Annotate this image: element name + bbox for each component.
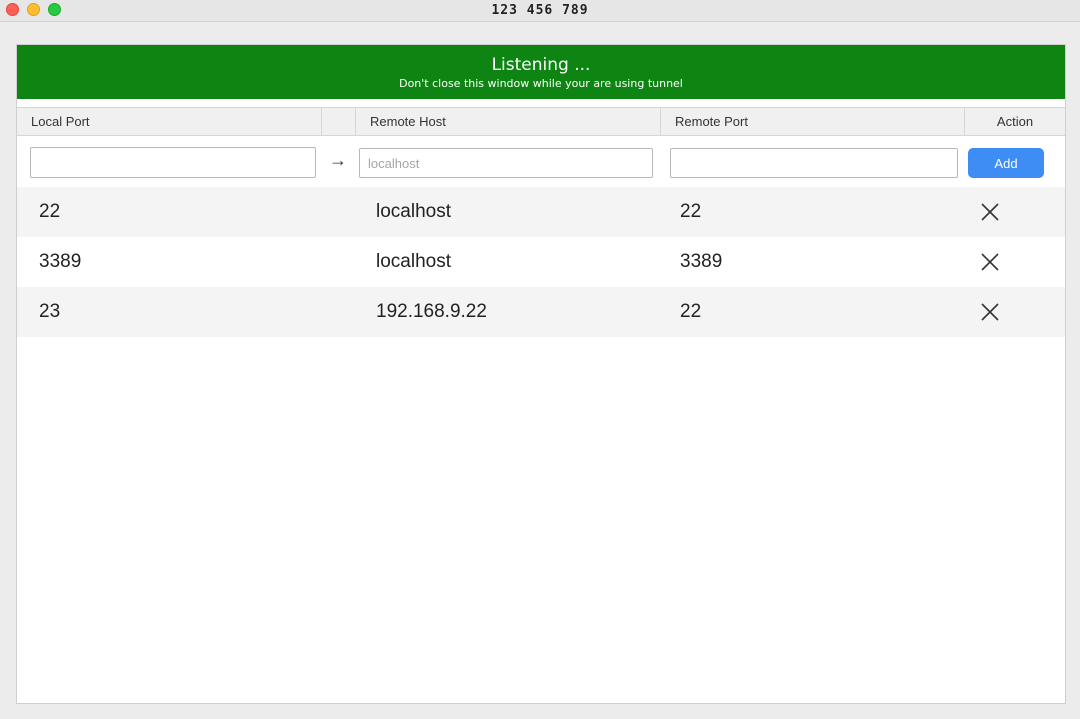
remote-host-input[interactable] (359, 148, 653, 178)
header-remote-port[interactable]: Remote Port (661, 108, 965, 136)
remote-port-cell: 3389 (680, 251, 723, 272)
window-titlebar: 123 456 789 (0, 0, 1080, 22)
main-panel: Listening ... Don't close this window wh… (16, 44, 1066, 704)
table-row: 23 192.168.9.22 22 (17, 287, 1065, 337)
remote-host-cell: 192.168.9.22 (376, 301, 487, 322)
status-subtitle: Don't close this window while your are u… (399, 77, 683, 90)
remote-port-cell: 22 (680, 301, 702, 322)
close-icon[interactable] (980, 252, 1000, 272)
local-port-input[interactable] (30, 147, 316, 178)
arrow-right-icon: → (329, 150, 347, 170)
status-banner: Listening ... Don't close this window wh… (17, 45, 1065, 99)
header-remote-host[interactable]: Remote Host (356, 108, 661, 136)
table-row: 3389 localhost 3389 (17, 237, 1065, 287)
table-row: 22 localhost 22 (17, 187, 1065, 237)
new-mapping-form: → Add (17, 137, 1065, 187)
header-arrow (322, 108, 356, 136)
mapping-list: 22 localhost 22 3389 localhost 3389 23 1… (17, 187, 1065, 337)
close-icon[interactable] (980, 302, 1000, 322)
local-port-cell: 3389 (39, 251, 82, 272)
header-action: Action (996, 114, 1034, 129)
window-title: 123 456 789 (491, 3, 589, 18)
remote-host-cell: localhost (376, 251, 451, 272)
status-title: Listening ... (491, 55, 591, 75)
remote-port-cell: 22 (680, 201, 702, 222)
remote-host-cell: localhost (376, 201, 451, 222)
local-port-cell: 23 (39, 301, 61, 322)
close-icon[interactable] (980, 202, 1000, 222)
add-button[interactable]: Add (968, 148, 1044, 178)
remote-port-input[interactable] (670, 148, 958, 178)
table-header: Local Port Remote Host Remote Port Actio… (17, 107, 1065, 136)
header-local-port[interactable]: Local Port (17, 108, 322, 136)
local-port-cell: 22 (39, 201, 61, 222)
